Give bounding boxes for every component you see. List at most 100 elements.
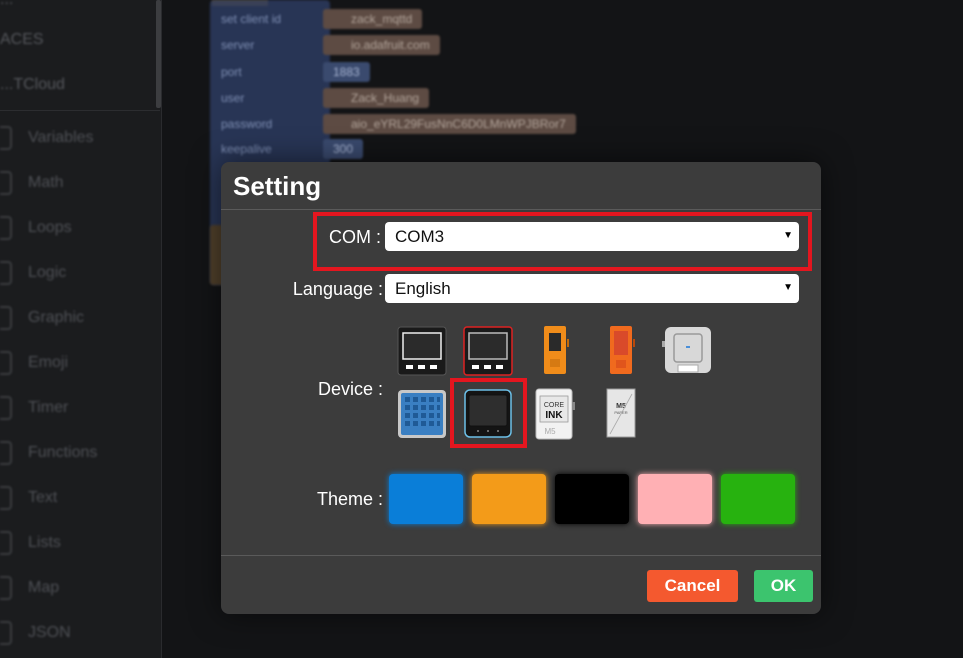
- theme-green-swatch[interactable]: [721, 474, 795, 524]
- category-lists[interactable]: Lists: [0, 520, 160, 565]
- category-label: Variables: [28, 128, 94, 146]
- category-icon: [0, 395, 12, 420]
- language-select-value: English: [395, 278, 451, 298]
- device-option-m5stack-black[interactable]: [396, 325, 448, 377]
- category-icon: [0, 440, 12, 465]
- category-json[interactable]: JSON: [0, 610, 160, 655]
- category-label: Math: [28, 173, 64, 191]
- category-label: Loops: [28, 218, 72, 236]
- svg-text:M5: M5: [544, 427, 556, 436]
- category-icon: [0, 620, 12, 645]
- sidebar-top-item[interactable]: ACES: [0, 31, 44, 49]
- m5stack-black-icon: [397, 326, 447, 376]
- language-select[interactable]: English ▼: [385, 274, 799, 303]
- block-row-label: keepalive: [221, 142, 272, 156]
- category-label: Text: [28, 488, 58, 506]
- category-logic[interactable]: Logic: [0, 250, 160, 295]
- device-option-m5stick-c-plus[interactable]: [594, 325, 646, 377]
- block-row[interactable]: server io.adafruit.com: [213, 34, 440, 56]
- block-row-label: password: [221, 117, 273, 131]
- ok-button[interactable]: OK: [754, 570, 813, 602]
- device-option-m5core2[interactable]: [462, 388, 514, 440]
- category-map[interactable]: Map: [0, 565, 160, 610]
- device-label: Device :: [317, 379, 383, 399]
- block-row-value[interactable]: aio_eYRL29FusNnC6D0LMnWPJBRor7: [323, 114, 576, 134]
- device-option-m5atom-matrix[interactable]: [396, 388, 448, 440]
- m5stack-red-icon: [463, 326, 513, 376]
- dialog-divider: [221, 555, 821, 556]
- block-row[interactable]: port 1883: [213, 61, 370, 83]
- svg-text:CORE: CORE: [544, 402, 565, 409]
- category-label: Emoji: [28, 353, 69, 371]
- category-timer[interactable]: Timer: [0, 385, 160, 430]
- theme-orange-swatch[interactable]: [472, 474, 546, 524]
- m5stick-c-plus-icon: [610, 326, 635, 374]
- block-row-value[interactable]: 1883: [323, 62, 370, 82]
- category-emoji[interactable]: Emoji: [0, 340, 160, 385]
- block-row-value[interactable]: Zack_Huang: [323, 88, 430, 108]
- category-label: Logic: [28, 263, 67, 281]
- block-row[interactable]: password aio_eYRL29FusNnC6D0LMnWPJBRor7: [213, 113, 576, 135]
- category-label: JSON: [28, 623, 71, 641]
- theme-pink-swatch[interactable]: [638, 474, 712, 524]
- category-label: Timer: [28, 398, 69, 416]
- sidebar: ... ACES ...TCloud Variables Math Loops …: [0, 0, 162, 658]
- block-row-label: server: [221, 38, 255, 52]
- category-label: Graphic: [28, 308, 85, 326]
- language-label: Language :: [292, 279, 383, 299]
- category-icon: [0, 305, 12, 330]
- theme-blue-swatch[interactable]: [389, 474, 463, 524]
- m5paper-icon: M5 PAPER: [606, 388, 636, 438]
- block-row-value[interactable]: 300: [323, 139, 364, 159]
- category-variables[interactable]: Variables: [0, 115, 160, 160]
- block-row[interactable]: set client id zack_mqttd: [213, 8, 423, 30]
- sidebar-scrollbar[interactable]: [156, 0, 161, 108]
- category-icon: [0, 260, 12, 285]
- m5stick-c-orange-icon: [544, 326, 569, 374]
- block-row-value[interactable]: io.adafruit.com: [323, 35, 440, 55]
- category-label: Lists: [28, 533, 61, 551]
- theme-label: Theme :: [316, 489, 383, 509]
- theme-black-swatch[interactable]: [555, 474, 629, 524]
- block-row-label: set client id: [221, 12, 282, 26]
- com-select-value: COM3: [395, 226, 445, 246]
- category-icon: [0, 125, 12, 150]
- svg-text:INK: INK: [545, 410, 563, 421]
- block-row[interactable]: user Zack_Huang: [213, 87, 430, 109]
- category-text[interactable]: Text: [0, 475, 160, 520]
- m5atom-lite-icon: [662, 327, 711, 373]
- m5core2-icon: [464, 389, 512, 438]
- block-row[interactable]: keepalive 300: [213, 138, 364, 160]
- category-label: Functions: [28, 443, 98, 461]
- cancel-button[interactable]: Cancel: [647, 570, 738, 602]
- m5atom-matrix-icon: [398, 390, 446, 438]
- sidebar-top-item[interactable]: ...: [0, 0, 13, 9]
- setting-dialog: Setting COM : COM3 ▼ Language : English …: [221, 162, 821, 614]
- device-option-m5stick-c-orange[interactable]: [528, 325, 580, 377]
- category-icon: [0, 485, 12, 510]
- svg-text:M5: M5: [616, 403, 626, 410]
- chevron-down-icon: ▼: [783, 230, 793, 241]
- category-loops[interactable]: Loops: [0, 205, 160, 250]
- device-option-m5stack-red[interactable]: [462, 325, 514, 377]
- dialog-divider: [221, 209, 821, 210]
- block-row-label: user: [221, 91, 245, 105]
- chevron-down-icon: ▼: [783, 282, 793, 293]
- category-functions[interactable]: Functions: [0, 430, 160, 475]
- category-icon: [0, 575, 12, 600]
- device-option-m5paper[interactable]: M5 PAPER: [594, 388, 646, 440]
- category-icon: [0, 170, 12, 195]
- block-row-label: port: [221, 65, 242, 79]
- sidebar-divider: [0, 110, 160, 111]
- block-row-value[interactable]: zack_mqttd: [323, 9, 423, 29]
- com-select[interactable]: COM3 ▼: [385, 222, 799, 251]
- device-option-m5atom-lite[interactable]: [662, 325, 714, 377]
- category-label: Map: [28, 578, 60, 596]
- device-option-m5coreink[interactable]: CORE INK M5: [528, 388, 580, 440]
- category-graphic[interactable]: Graphic: [0, 295, 160, 340]
- category-math[interactable]: Math: [0, 160, 160, 205]
- dialog-title: Setting: [233, 171, 322, 201]
- com-label: COM :: [329, 227, 381, 247]
- category-icon: [0, 530, 12, 555]
- sidebar-top-item[interactable]: ...TCloud: [0, 76, 65, 94]
